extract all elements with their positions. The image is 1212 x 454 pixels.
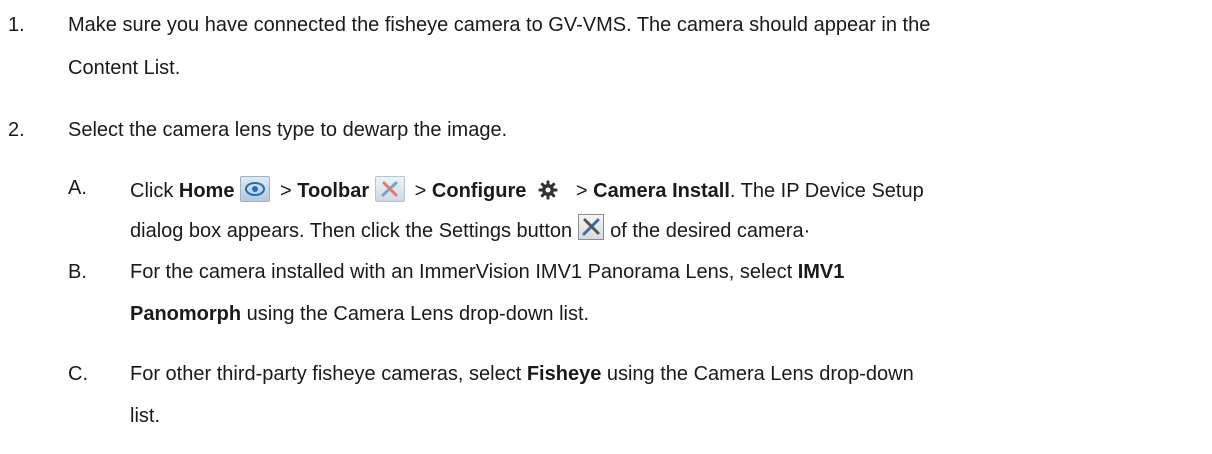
fisheye-label: Fisheye xyxy=(526,363,602,385)
step-1-line-1: Make sure you have connected the fisheye… xyxy=(68,14,931,36)
click-text: Click xyxy=(130,180,179,202)
settings-icon xyxy=(578,214,605,240)
imv1-label: IMV1 xyxy=(797,261,845,283)
substep-c-letter: C. xyxy=(68,363,88,385)
panomorph-label: Panomorph xyxy=(130,303,242,325)
gear-icon xyxy=(536,178,560,202)
eye-icon xyxy=(240,176,271,202)
substep-a-letter: A. xyxy=(68,177,87,199)
camera-install-label: Camera Install xyxy=(593,180,730,202)
tools-icon xyxy=(375,176,406,202)
step-1-line-2: Content List. xyxy=(68,57,181,79)
substep-b-line-1: For the camera installed with an ImmerVi… xyxy=(130,261,845,283)
substep-c-line-1: For other third-party fisheye cameras, s… xyxy=(130,363,914,385)
step-2-number: 2. xyxy=(8,119,25,141)
step-1-number: 1. xyxy=(8,14,25,36)
toolbar-label: Toolbar xyxy=(297,180,370,202)
substep-b-line-2: Panomorph using the Camera Lens drop-dow… xyxy=(130,303,590,325)
configure-label: Configure xyxy=(431,180,527,202)
substep-c-line-2: list. xyxy=(130,405,160,427)
step-2-text: Select the camera lens type to dewarp th… xyxy=(68,119,508,141)
substep-a-line-1: Click Home > Toolbar > Configure > Camer… xyxy=(130,176,924,203)
substep-b-letter: B. xyxy=(68,261,87,283)
home-label: Home xyxy=(178,180,235,202)
substep-a-line-2: dialog box appears. Then click the Setti… xyxy=(130,214,810,243)
